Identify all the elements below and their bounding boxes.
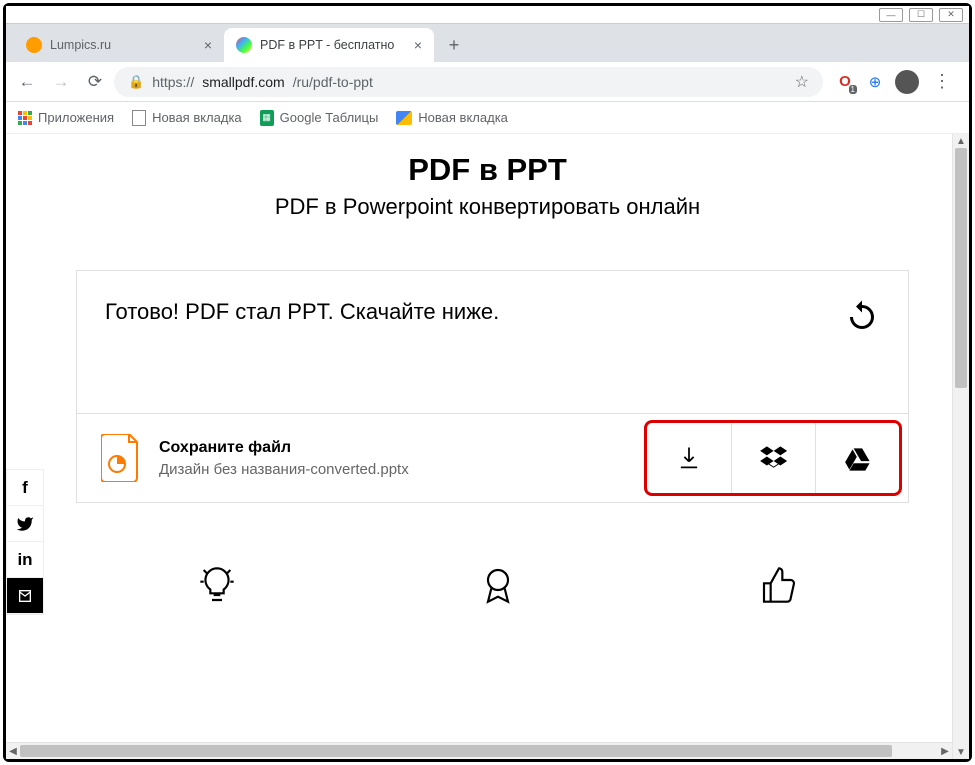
url-host: smallpdf.com (202, 74, 284, 90)
chrome-menu-button[interactable]: ⋮ (929, 71, 955, 92)
bookmark-star-icon[interactable]: ☆ (795, 72, 809, 92)
feature-icons-row (6, 565, 969, 605)
tab-favicon-icon (236, 37, 252, 53)
sheets-icon: ▦ (260, 110, 274, 126)
bookmark-label: Новая вкладка (418, 110, 508, 125)
window-close-button[interactable]: ✕ (939, 8, 963, 22)
tab-strip: Lumpics.ru × PDF в PPT - бесплатно × + (6, 24, 969, 62)
facebook-icon[interactable]: f (7, 470, 43, 506)
social-share-bar: f in (6, 469, 44, 615)
bookmark-label: Google Таблицы (280, 110, 379, 125)
tab-pdf-to-ppt[interactable]: PDF в PPT - бесплатно × (224, 28, 434, 62)
extension-translate-icon[interactable]: ⊕ (865, 72, 885, 92)
new-tab-button[interactable]: + (440, 31, 468, 59)
restart-icon[interactable] (844, 299, 880, 335)
extension-adblock-icon[interactable]: O 1 (835, 72, 855, 92)
vertical-scrollbar[interactable]: ▲▼ (952, 134, 969, 759)
google-drive-button[interactable] (815, 423, 899, 493)
twitter-icon[interactable] (7, 506, 43, 542)
file-row: Сохраните файл Дизайн без названия-conve… (77, 413, 908, 502)
browser-window: — ☐ ✕ Lumpics.ru × PDF в PPT - бесплатно… (3, 3, 972, 762)
toolbar-right: O 1 ⊕ ⋮ (827, 70, 963, 94)
window-maximize-button[interactable]: ☐ (909, 8, 933, 22)
back-button[interactable]: ← (12, 67, 42, 97)
page-title: PDF в PPT (6, 152, 969, 188)
dropbox-icon (759, 443, 789, 473)
apps-icon (18, 111, 32, 125)
bookmark-label: Новая вкладка (152, 110, 242, 125)
save-file-label: Сохраните файл (159, 439, 409, 457)
conversion-result-box: Готово! PDF стал PPT. Скачайте ниже. (76, 270, 909, 503)
download-icon (675, 444, 703, 472)
bookmark-newtab1[interactable]: Новая вкладка (132, 110, 242, 126)
tab-lumpics[interactable]: Lumpics.ru × (14, 28, 224, 62)
bookmark-label: Приложения (38, 110, 114, 125)
bookmark-newtab2[interactable]: Новая вкладка (396, 110, 508, 125)
bookmarks-bar: Приложения Новая вкладка ▦ Google Таблиц… (6, 102, 969, 134)
bookmark-sheets[interactable]: ▦ Google Таблицы (260, 110, 379, 126)
url-path: /ru/pdf-to-ppt (293, 74, 373, 90)
tab-close-icon[interactable]: × (204, 37, 212, 53)
forward-button: → (46, 67, 76, 97)
status-row: Готово! PDF стал PPT. Скачайте ниже. (77, 271, 908, 413)
linkedin-icon[interactable]: in (7, 542, 43, 578)
url-scheme: https:// (152, 74, 194, 90)
dropbox-button[interactable] (731, 423, 815, 493)
save-actions-group (644, 420, 902, 496)
tab-title: PDF в PPT - бесплатно (260, 38, 394, 52)
toolbar: ← → ⟳ 🔒 https:// smallpdf.com/ru/pdf-to-p… (6, 62, 969, 102)
email-icon[interactable] (7, 578, 43, 614)
download-button[interactable] (647, 423, 731, 493)
award-icon[interactable] (478, 565, 518, 605)
powerpoint-file-icon (101, 434, 141, 482)
profile-avatar[interactable] (895, 70, 919, 94)
lock-icon: 🔒 (128, 74, 144, 90)
tab-title: Lumpics.ru (50, 38, 111, 52)
tab-favicon-icon (26, 37, 42, 53)
lightbulb-icon[interactable] (197, 565, 237, 605)
page-subtitle: PDF в Powerpoint конвертировать онлайн (6, 194, 969, 220)
bookmark-apps[interactable]: Приложения (18, 110, 114, 125)
window-titlebar: — ☐ ✕ (6, 6, 969, 24)
photo-icon (396, 111, 412, 125)
address-bar[interactable]: 🔒 https:// smallpdf.com/ru/pdf-to-ppt ☆ (114, 67, 823, 97)
page-icon (132, 110, 146, 126)
horizontal-scrollbar[interactable]: ◀▶ (6, 742, 952, 759)
thumbs-up-icon[interactable] (759, 565, 799, 605)
reload-button[interactable]: ⟳ (80, 67, 110, 97)
tab-close-icon[interactable]: × (414, 37, 422, 53)
window-minimize-button[interactable]: — (879, 8, 903, 22)
google-drive-icon (843, 443, 873, 473)
converted-filename: Дизайн без названия-converted.pptx (159, 461, 409, 478)
page-content: PDF в PPT PDF в Powerpoint конвертироват… (6, 134, 969, 759)
status-text: Готово! PDF стал PPT. Скачайте ниже. (105, 299, 499, 325)
file-info: Сохраните файл Дизайн без названия-conve… (77, 414, 638, 502)
